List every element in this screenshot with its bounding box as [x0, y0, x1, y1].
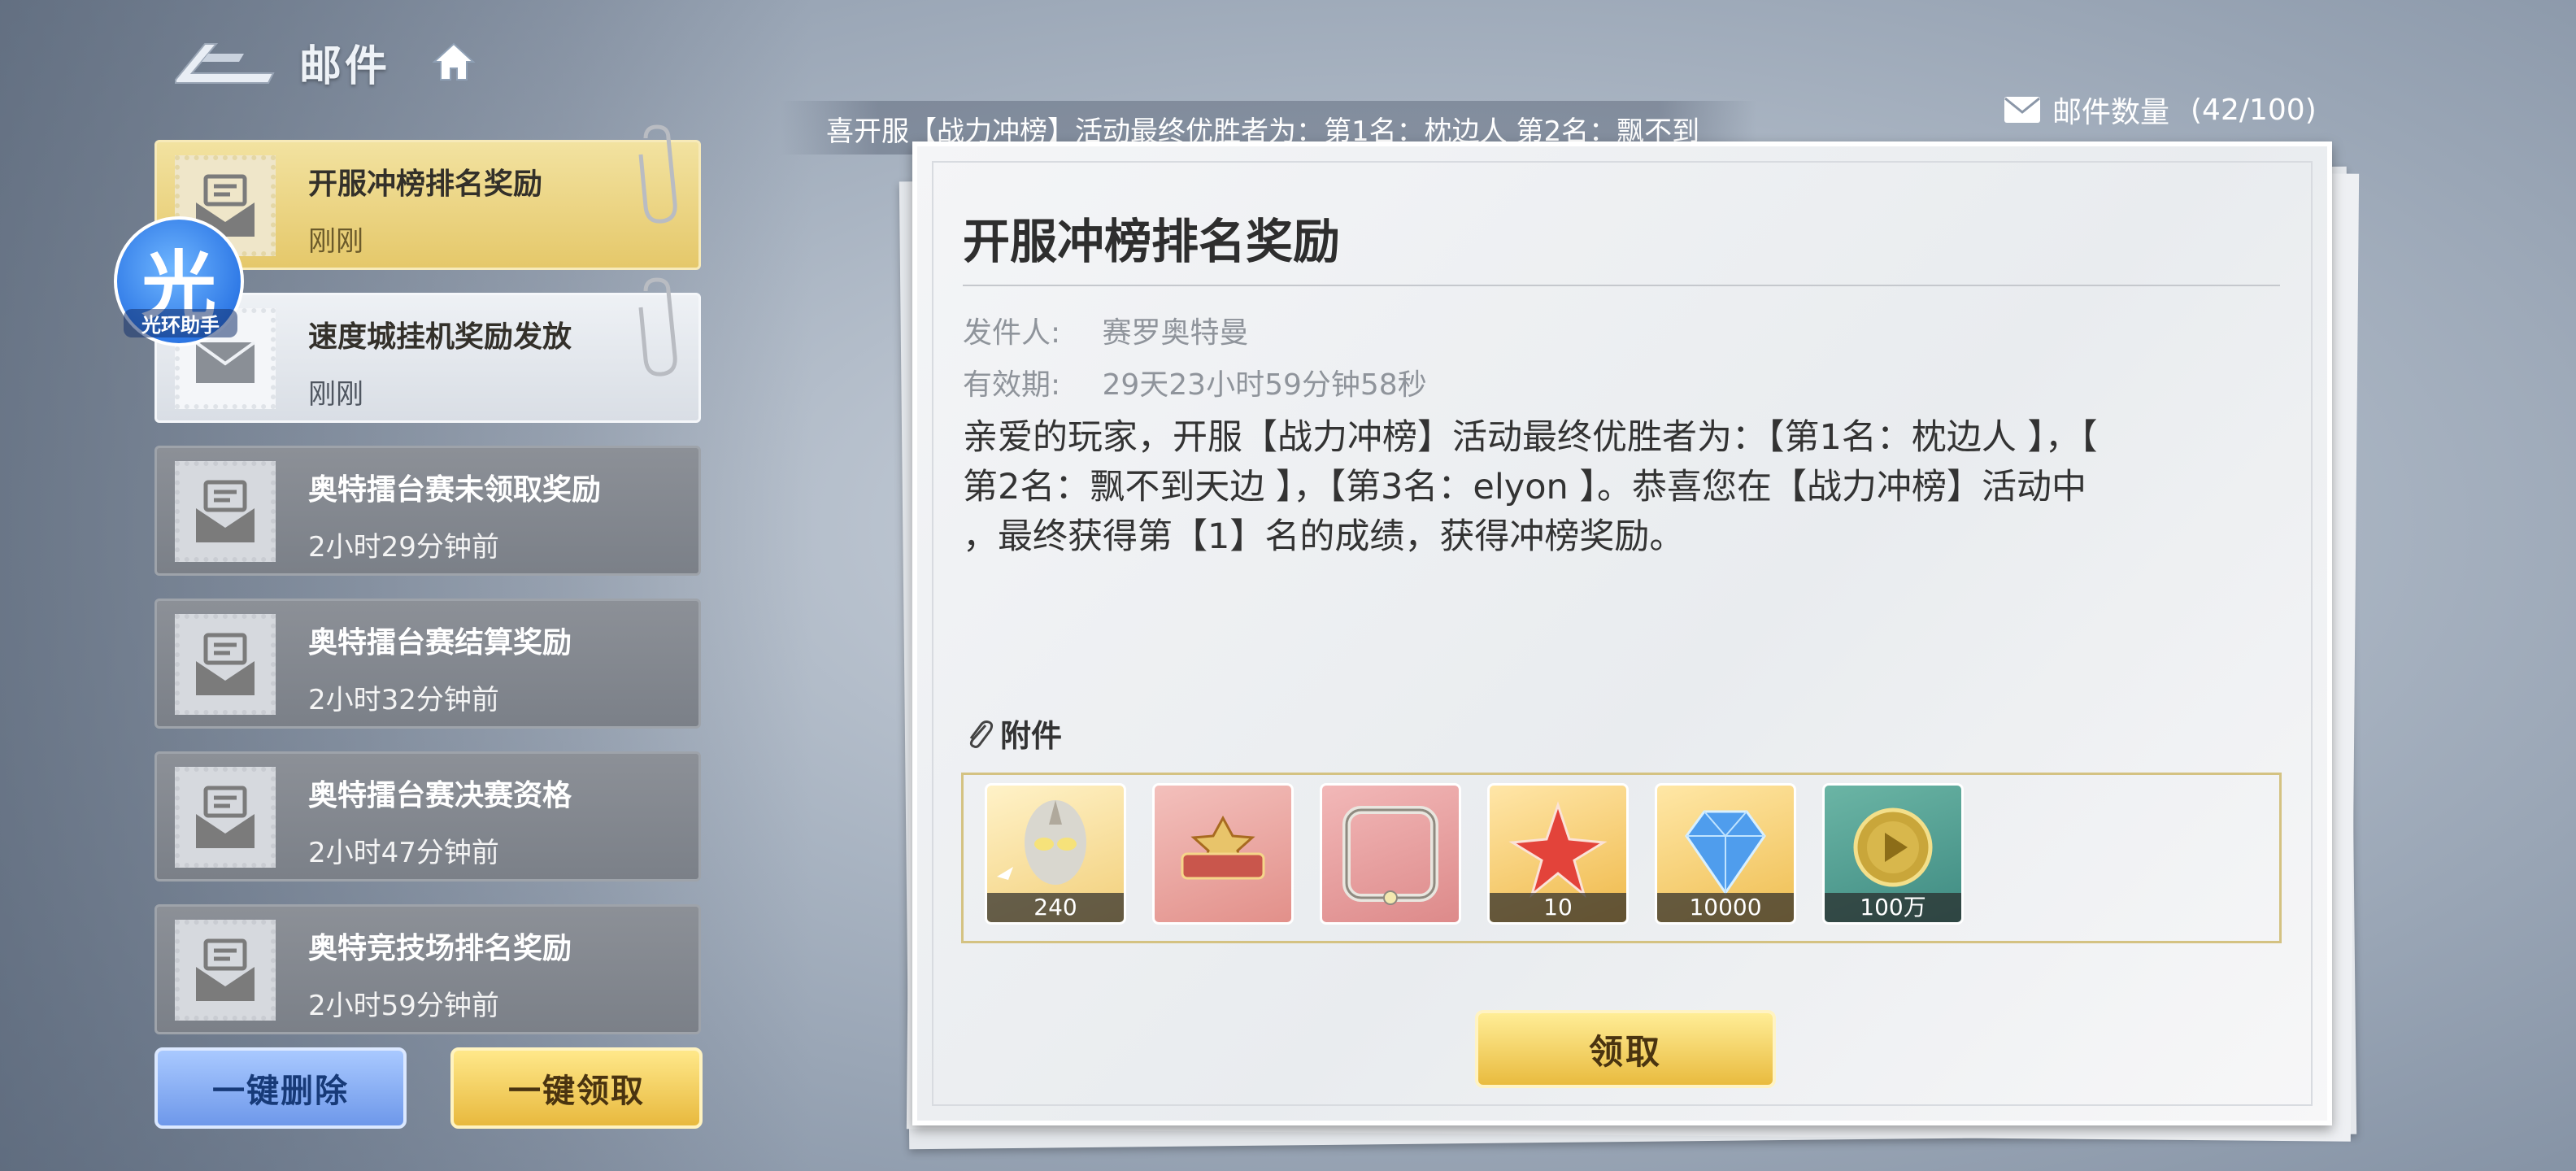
letter-body: 亲爱的玩家，开服【战力冲榜】活动最终优胜者为：【第1名：枕边人 】，【 第2名：… [963, 413, 2264, 562]
attachment-item[interactable]: 240 [985, 783, 1126, 925]
attachment-item[interactable]: 100万 [1822, 783, 1964, 925]
claim-button[interactable]: 领取 [1475, 1010, 1776, 1088]
paperclip-icon [969, 720, 994, 748]
back-icon[interactable] [159, 33, 281, 91]
validity-label: 有效期: [963, 368, 1061, 402]
envelope-stamp-icon [175, 920, 276, 1021]
attachment-item[interactable]: 10000 [1655, 783, 1796, 925]
letter-panel: 开服冲榜排名奖励 发件人: 赛罗奥特曼 有效期: 29天23小时59分钟58秒 … [912, 141, 2332, 1125]
mail-count: 邮件数量 (42/100) [2004, 89, 2317, 130]
claim-all-button[interactable]: 一键领取 [450, 1047, 703, 1129]
validity-row: 有效期: 29天23小时59分钟58秒 [963, 361, 1427, 403]
mail-title: 速度城挂机奖励发放 [308, 320, 572, 354]
attachment-item[interactable] [1320, 783, 1461, 925]
validity-value: 29天23小时59分钟58秒 [1102, 368, 1427, 402]
title-divider [963, 285, 2280, 286]
letter-body-line: ，最终获得第【1】名的成绩，获得冲榜奖励。 [963, 516, 1685, 557]
title-badge-icon [1181, 815, 1265, 880]
attachment-count: 240 [987, 893, 1124, 922]
mail-title: 奥特擂台赛决赛资格 [308, 779, 572, 812]
mail-item[interactable]: 奥特擂台赛结算奖励 2小时32分钟前 [154, 599, 701, 729]
helper-assistant-button[interactable]: 光 光环助手 [114, 216, 244, 346]
mail-item[interactable]: 速度城挂机奖励发放 刚刚 [154, 293, 701, 423]
envelope-stamp-icon [175, 461, 276, 562]
mail-time: 2小时47分钟前 [308, 837, 499, 869]
letter-title: 开服冲榜排名奖励 [963, 214, 1341, 269]
envelope-stamp-icon [175, 767, 276, 868]
mail-title: 奥特擂台赛未领取奖励 [308, 473, 602, 507]
mail-time: 刚刚 [308, 378, 363, 411]
mail-time: 2小时29分钟前 [308, 531, 499, 564]
home-icon[interactable] [429, 37, 478, 86]
mail-title: 奥特擂台赛结算奖励 [308, 626, 572, 660]
sender-row: 发件人: 赛罗奥特曼 [963, 309, 1248, 351]
paperclip-icon [638, 124, 677, 224]
letter-body-line: 第2名：飘不到天边 】，【第3名：elyon 】。恭喜您在【战力冲榜】活动中 [963, 467, 2086, 507]
sender-label: 发件人: [963, 316, 1061, 350]
mail-count-label: 邮件数量 [2052, 96, 2170, 129]
mail-time: 刚刚 [308, 225, 363, 258]
sender-value: 赛罗奥特曼 [1102, 316, 1249, 350]
mail-time: 2小时32分钟前 [308, 684, 499, 716]
mail-count-value: (42/100) [2191, 93, 2317, 127]
page-title: 邮件 [299, 41, 391, 91]
attachment-item[interactable]: 10 [1487, 783, 1629, 925]
header: 邮件 [159, 33, 478, 91]
envelope-icon [2004, 97, 2040, 123]
attachment-header: 附件 [963, 711, 1062, 755]
delete-all-button[interactable]: 一键删除 [154, 1047, 407, 1129]
panel-border [932, 161, 2313, 1106]
mail-item[interactable]: 奥特擂台赛未领取奖励 2小时29分钟前 [154, 446, 701, 576]
attachment-item[interactable] [1152, 783, 1294, 925]
mail-title: 奥特竞技场排名奖励 [308, 932, 572, 965]
avatar-frame-icon [1342, 806, 1438, 905]
envelope-stamp-icon [175, 614, 276, 715]
letter-body-line: 亲爱的玩家，开服【战力冲榜】活动最终优胜者为：【第1名：枕边人 】，【 [963, 417, 2098, 458]
attachment-label: 附件 [1000, 718, 1063, 754]
attachment-count: 100万 [1825, 893, 1961, 922]
attachment-box: 240 10 10000 100万 [961, 773, 2282, 943]
mail-item[interactable]: 奥特擂台赛决赛资格 2小时47分钟前 [154, 751, 701, 882]
mail-item[interactable]: 奥特竞技场排名奖励 2小时59分钟前 [154, 904, 701, 1034]
helper-label: 光环助手 [124, 309, 237, 337]
attachment-count: 10000 [1657, 893, 1794, 922]
paperclip-icon [638, 277, 677, 377]
mail-time: 2小时59分钟前 [308, 990, 499, 1022]
attachment-count: 10 [1490, 893, 1626, 922]
mail-title: 开服冲榜排名奖励 [308, 168, 543, 201]
